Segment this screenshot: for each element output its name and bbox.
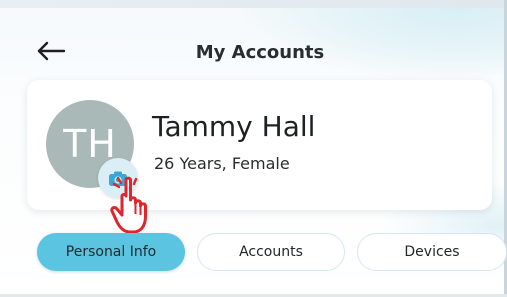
left-arrow-icon — [37, 41, 66, 61]
app-screen: My Accounts TH Tammy Hall 26 Years, Fema… — [0, 0, 507, 297]
decorative-wave — [240, 0, 507, 80]
back-button[interactable] — [36, 40, 66, 62]
window-top-edge — [0, 0, 507, 8]
profile-name: Tammy Hall — [152, 110, 316, 143]
tab-personal-info[interactable]: Personal Info — [37, 233, 185, 271]
profile-details: 26 Years, Female — [154, 154, 290, 173]
hand-pointer-icon — [110, 176, 147, 234]
page-title: My Accounts — [195, 42, 325, 63]
tab-devices[interactable]: Devices — [357, 233, 507, 271]
tab-accounts[interactable]: Accounts — [197, 233, 345, 271]
profile-tabs: Personal Info Accounts Devices — [37, 233, 507, 275]
